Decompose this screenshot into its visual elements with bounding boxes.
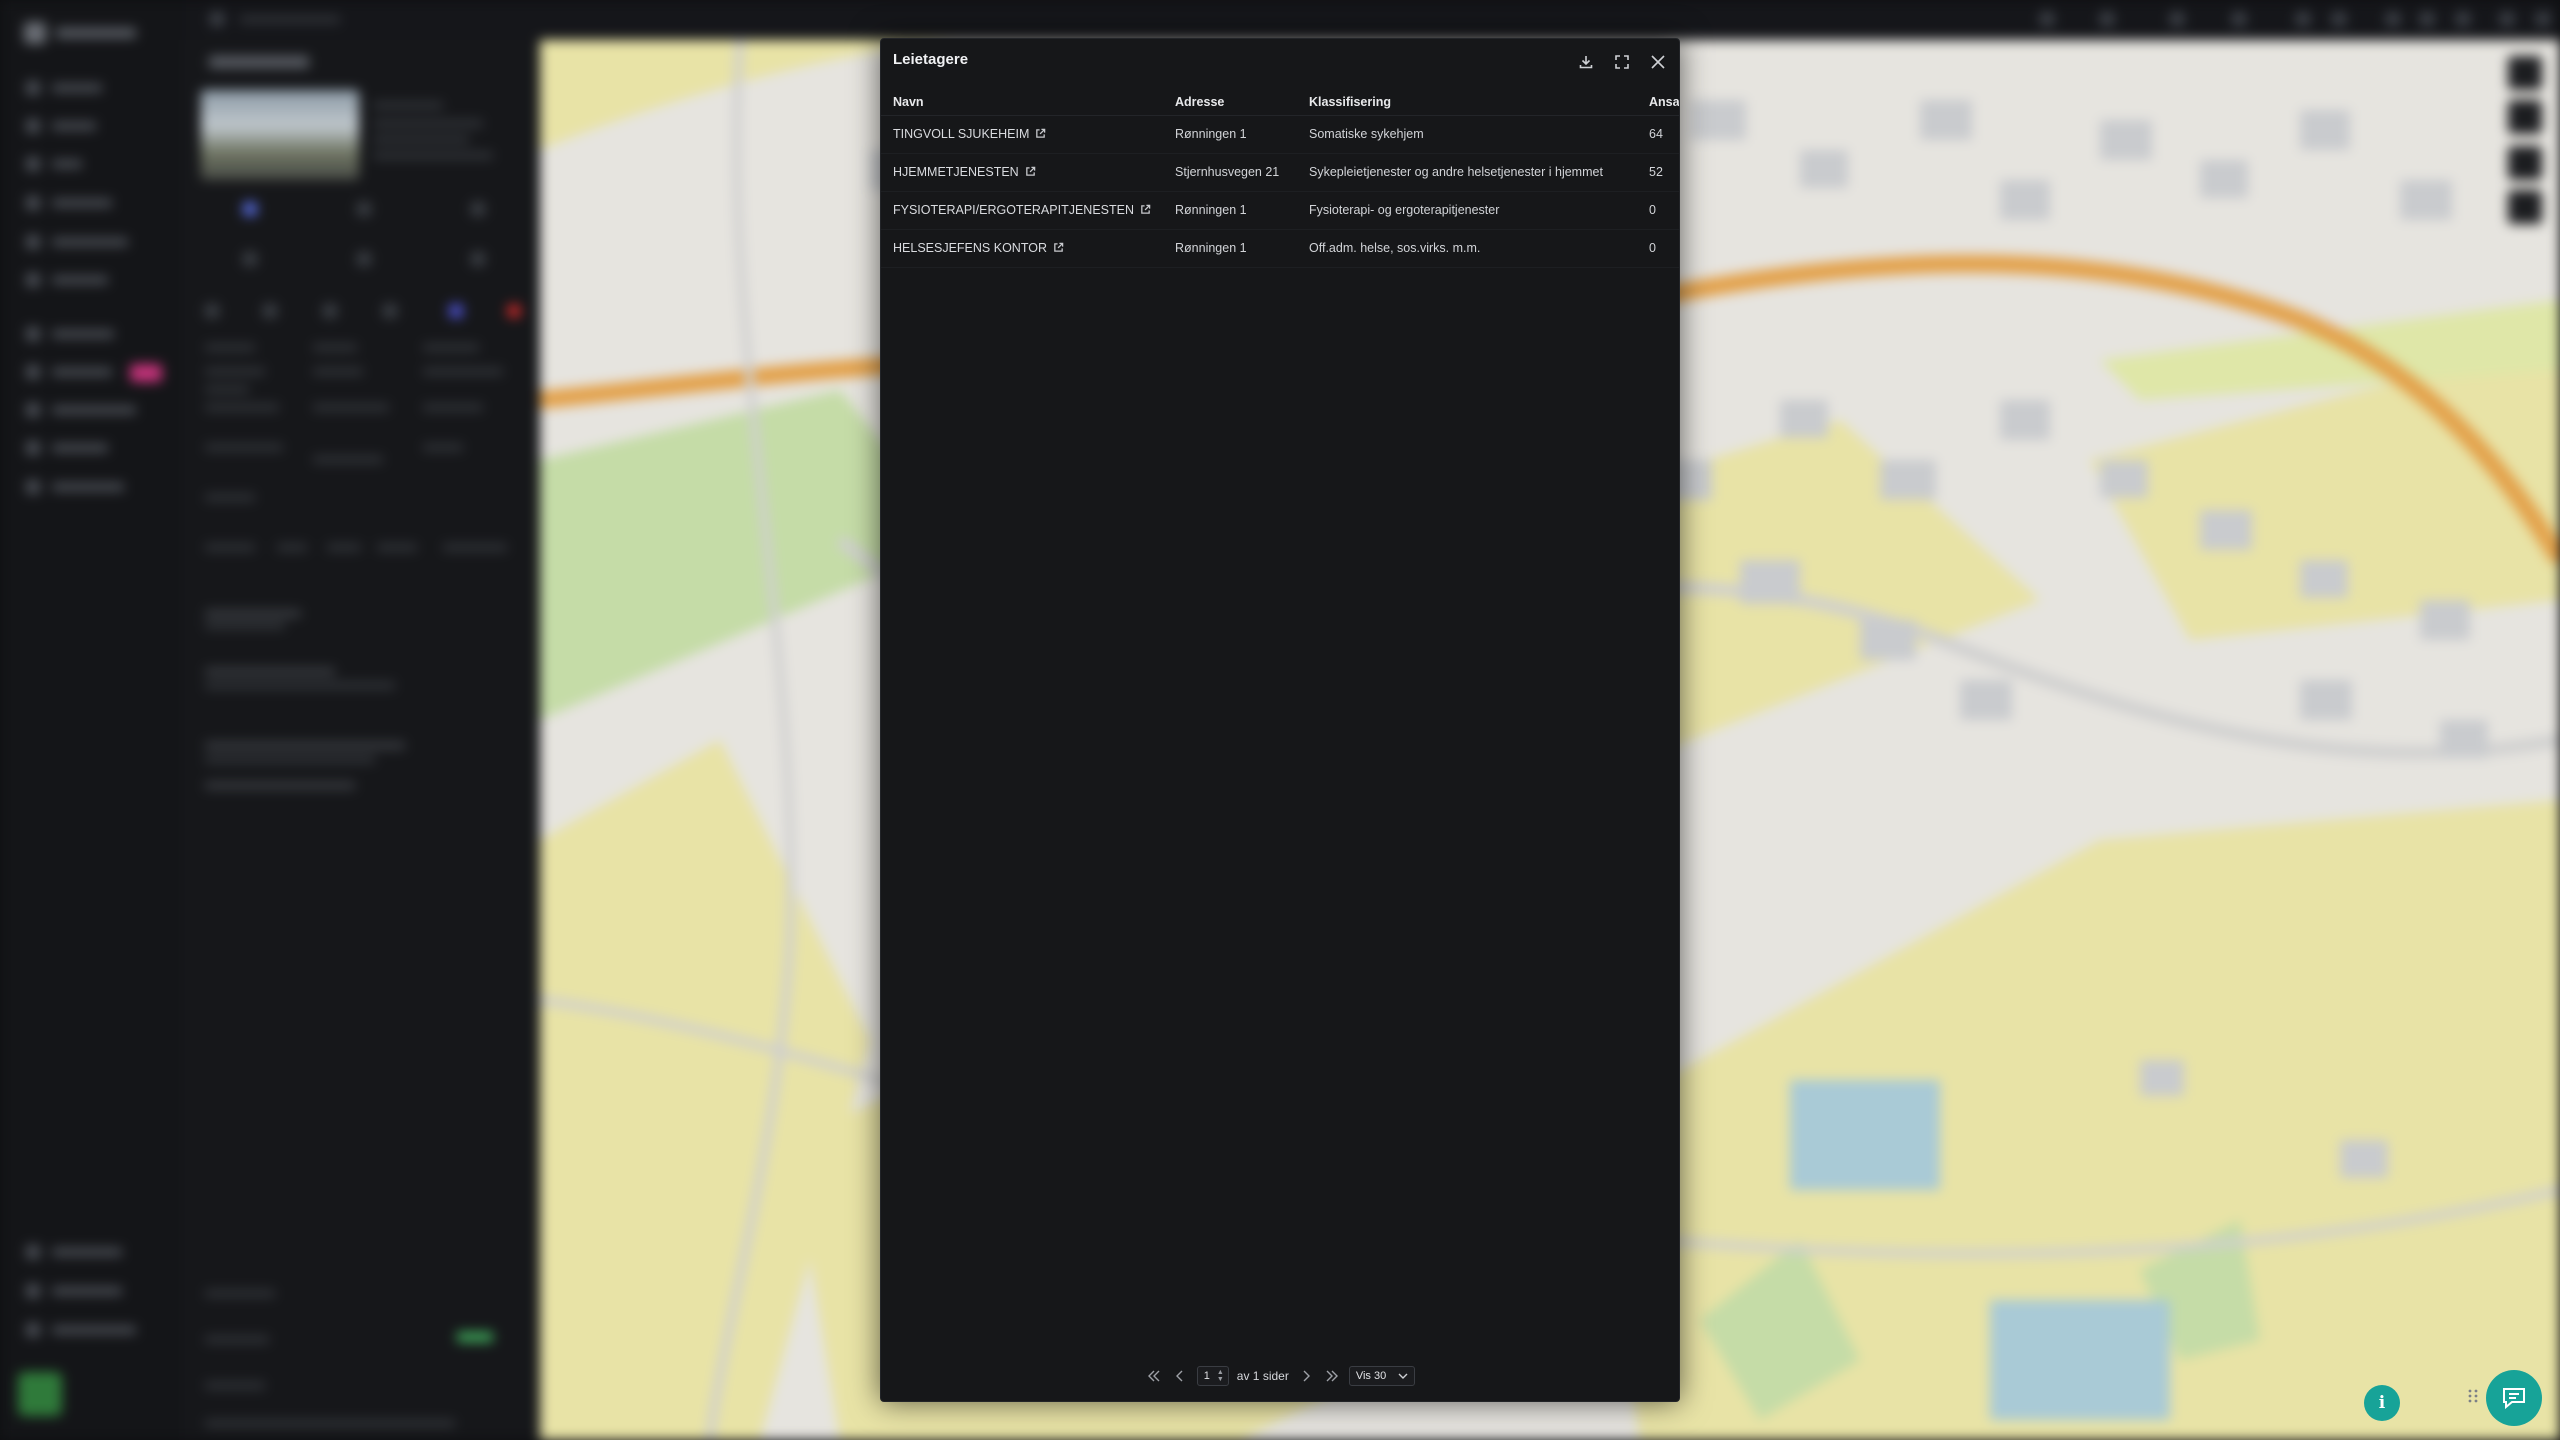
tenant-name-cell[interactable]: FYSIOTERAPI/ERGOTERAPITJENESTEN xyxy=(881,191,1164,230)
tenant-name[interactable]: HJEMMETJENESTEN xyxy=(893,165,1019,179)
first-page-button[interactable] xyxy=(1145,1367,1163,1385)
tenant-address: Rønningen 1 xyxy=(1163,115,1298,154)
user-avatar xyxy=(18,1372,62,1416)
next-page-button[interactable] xyxy=(1297,1367,1315,1385)
tenant-name[interactable]: TINGVOLL SJUKEHEIM xyxy=(893,127,1029,141)
drag-handle-icon[interactable] xyxy=(2466,1388,2482,1404)
double-chevron-right-icon xyxy=(1326,1370,1338,1382)
expand-button[interactable] xyxy=(1609,49,1635,75)
map-control xyxy=(2508,190,2542,224)
tenant-name-cell[interactable]: TINGVOLL SJUKEHEIM xyxy=(881,115,1164,154)
column-header-employees[interactable]: Ansatt xyxy=(1637,89,1679,116)
external-link-icon[interactable] xyxy=(1035,128,1046,142)
tenant-address: Rønningen 1 xyxy=(1163,229,1298,268)
page-number-input[interactable]: 1 ▲ ▼ xyxy=(1196,1366,1229,1386)
app-root: { "modal": { "title": "Leietagere", "col… xyxy=(0,0,2560,1440)
tenant-name-cell[interactable]: HJEMMETJENESTEN xyxy=(881,153,1164,192)
rail-item xyxy=(26,80,102,96)
rail-item xyxy=(26,364,112,380)
tenants-table: Navn Adresse Klassifisering Ansatt TINGV… xyxy=(881,89,1679,268)
close-icon xyxy=(1651,55,1665,69)
expand-icon xyxy=(1615,55,1629,69)
rail-item xyxy=(26,402,136,418)
table-row: HELSESJEFENS KONTOR Rønningen 1 Off.adm.… xyxy=(881,229,1679,268)
rail-item xyxy=(26,1244,122,1260)
rail-item xyxy=(26,195,112,211)
rail-item xyxy=(26,1322,136,1338)
info-button[interactable]: i xyxy=(2364,1385,2400,1421)
modal-title: Leietagere xyxy=(893,51,969,68)
tenant-name[interactable]: HELSESJEFENS KONTOR xyxy=(893,241,1047,255)
column-header-address[interactable]: Adresse xyxy=(1163,89,1298,116)
download-button[interactable] xyxy=(1573,49,1599,75)
spinner-icon[interactable]: ▲ ▼ xyxy=(1217,1369,1224,1383)
property-thumbnail xyxy=(201,90,359,180)
rail-item xyxy=(26,156,82,172)
per-page-value: Vis 30 xyxy=(1355,1370,1387,1382)
tenant-employees: 64 xyxy=(1637,115,1679,154)
tenant-classification: Fysioterapi- og ergoterapitjenester xyxy=(1297,191,1638,230)
table-header-row: Navn Adresse Klassifisering Ansatt xyxy=(881,89,1679,116)
left-rail xyxy=(0,0,186,1440)
tenant-name[interactable]: FYSIOTERAPI/ERGOTERAPITJENESTEN xyxy=(893,203,1134,217)
tenant-address: Rønningen 1 xyxy=(1163,191,1298,230)
download-icon xyxy=(1579,56,1593,69)
table-row: HJEMMETJENESTEN Stjernhusvegen 21 Sykepl… xyxy=(881,153,1679,192)
tenants-modal: Leietagere Navn Adresse Klassifisering A… xyxy=(880,38,1680,1402)
external-link-icon[interactable] xyxy=(1025,166,1036,180)
tenant-employees: 0 xyxy=(1637,191,1679,230)
column-header-name[interactable]: Navn xyxy=(881,89,1164,116)
tenant-employees: 52 xyxy=(1637,153,1679,192)
info-icon: i xyxy=(2378,1393,2386,1413)
rail-item xyxy=(26,272,108,288)
chevron-right-icon xyxy=(1303,1370,1310,1382)
close-button[interactable] xyxy=(1645,49,1671,75)
last-page-button[interactable] xyxy=(1323,1367,1341,1385)
tenant-name-cell[interactable]: HELSESJEFENS KONTOR xyxy=(881,229,1164,268)
tenant-address: Stjernhusvegen 21 xyxy=(1163,153,1298,192)
app-logo xyxy=(24,22,144,44)
per-page-select[interactable]: Vis 30 xyxy=(1348,1366,1416,1386)
table-row: TINGVOLL SJUKEHEIM Rønningen 1 Somatiske… xyxy=(881,115,1679,154)
chat-icon xyxy=(2503,1388,2525,1410)
side-panel xyxy=(186,0,540,1440)
chat-button[interactable] xyxy=(2486,1370,2542,1426)
top-bar xyxy=(186,0,2560,40)
page-number: 1 xyxy=(1203,1370,1210,1382)
chevron-down-icon xyxy=(1398,1373,1408,1379)
column-header-classification[interactable]: Klassifisering xyxy=(1297,89,1638,116)
rail-item xyxy=(26,326,114,342)
external-link-icon[interactable] xyxy=(1140,204,1151,218)
pagination: 1 ▲ ▼ av 1 sider Vis 30 xyxy=(881,1365,1679,1387)
external-link-icon[interactable] xyxy=(1053,242,1064,256)
rail-item xyxy=(26,118,96,134)
rail-item xyxy=(26,440,108,456)
rail-item xyxy=(26,1283,122,1299)
tenants-table-wrapper[interactable]: Navn Adresse Klassifisering Ansatt TINGV… xyxy=(881,89,1679,268)
map-control xyxy=(2508,146,2542,180)
map-control xyxy=(2508,100,2542,134)
tenant-classification: Somatiske sykehjem xyxy=(1297,115,1638,154)
page-count-label: av 1 sider xyxy=(1236,1369,1289,1383)
tenant-classification: Off.adm. helse, sos.virks. m.m. xyxy=(1297,229,1638,268)
tenant-employees: 0 xyxy=(1637,229,1679,268)
table-row: FYSIOTERAPI/ERGOTERAPITJENESTEN Rønninge… xyxy=(881,191,1679,230)
double-chevron-left-icon xyxy=(1147,1370,1160,1382)
rail-item xyxy=(26,479,124,495)
map-control xyxy=(2508,56,2542,90)
chevron-left-icon xyxy=(1175,1370,1183,1382)
prev-page-button[interactable] xyxy=(1171,1367,1189,1385)
rail-badge xyxy=(130,364,162,382)
tenant-classification: Sykepleietjenester og andre helsetjenest… xyxy=(1297,153,1638,192)
modal-actions xyxy=(1573,49,1671,75)
rail-item xyxy=(26,234,128,250)
